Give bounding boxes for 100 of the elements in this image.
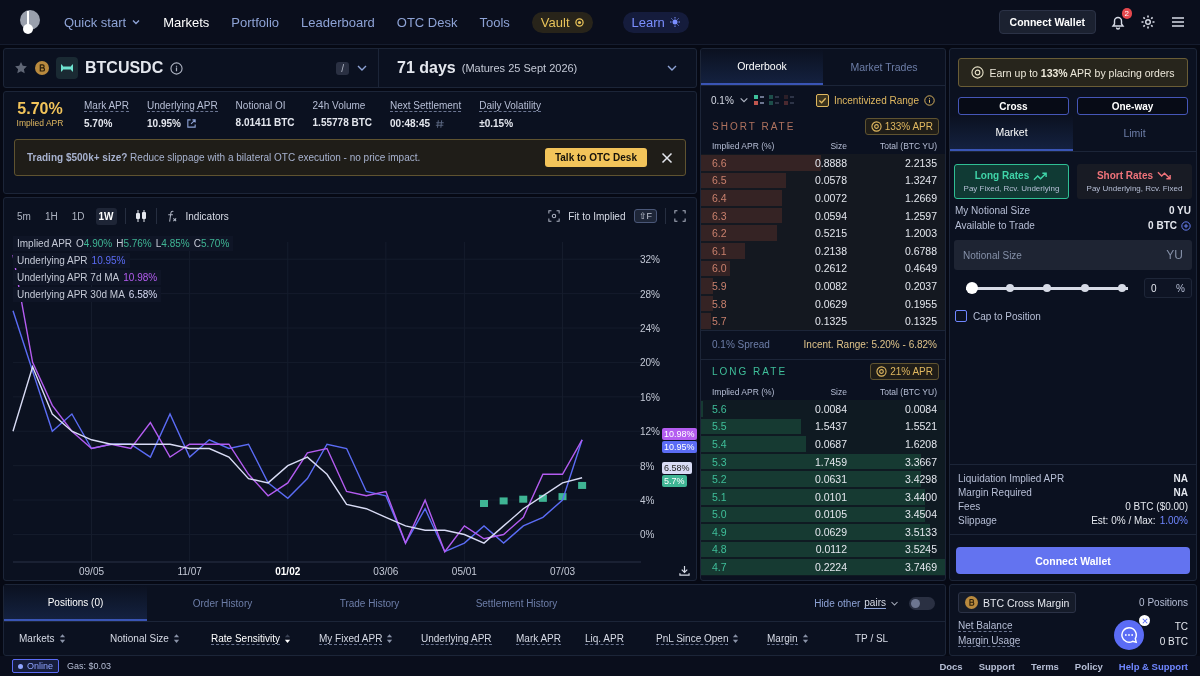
nav-link[interactable]: Quick start xyxy=(64,14,142,30)
sort-icon[interactable] xyxy=(732,633,740,644)
nav-link[interactable]: Portfolio xyxy=(231,14,280,30)
footer-link[interactable]: Help & Support xyxy=(1118,660,1188,672)
column-header[interactable]: Liq. APR xyxy=(585,632,624,645)
rate-cell[interactable]: 5.7 xyxy=(712,315,777,328)
max-slippage[interactable]: 1.00% xyxy=(1159,515,1188,526)
interval-tab[interactable]: 1H xyxy=(41,207,61,225)
rate-cell[interactable]: 5.0 xyxy=(712,508,777,521)
rate-cell[interactable]: 4.8 xyxy=(712,543,777,556)
sort-icon[interactable] xyxy=(172,633,180,644)
column-header[interactable]: Rate Sensitivity xyxy=(211,632,280,645)
rate-cell[interactable]: 6.6 xyxy=(712,156,777,169)
slider-stop[interactable] xyxy=(1005,284,1014,292)
fit-to-implied-button[interactable]: Fit to Implied xyxy=(568,210,626,222)
plus-icon[interactable] xyxy=(1181,220,1191,231)
rate-cell[interactable]: 6.4 xyxy=(712,192,777,204)
bell-icon[interactable] xyxy=(1110,14,1126,30)
nav-link[interactable]: Leaderboard xyxy=(301,14,375,30)
sort-icon[interactable] xyxy=(58,633,66,644)
slider-stop[interactable] xyxy=(1043,284,1051,292)
column-header[interactable]: Notional Size xyxy=(110,633,169,644)
cap-checkbox[interactable] xyxy=(955,310,967,322)
order-type-tab[interactable]: Limit xyxy=(1073,115,1196,151)
otc-desk-button[interactable]: Talk to OTC Desk xyxy=(544,148,647,167)
close-icon[interactable] xyxy=(661,151,673,164)
indicators-button[interactable]: Indicators xyxy=(185,210,229,222)
rate-cell[interactable]: 6.1 xyxy=(712,244,777,257)
menu-icon[interactable] xyxy=(1170,14,1186,30)
slider-stop[interactable] xyxy=(1080,284,1089,292)
rate-cell[interactable]: 6.2 xyxy=(712,227,777,240)
sort-icon[interactable] xyxy=(801,633,809,644)
mode-button[interactable]: Cross xyxy=(958,97,1069,115)
footer-link[interactable]: Docs xyxy=(939,660,963,672)
focus-icon[interactable] xyxy=(548,210,561,222)
rate-cell[interactable]: 5.3 xyxy=(712,455,777,468)
nav-link[interactable]: Tools xyxy=(479,14,510,30)
star-icon[interactable] xyxy=(14,61,28,75)
positions-tab[interactable]: Positions (0) xyxy=(4,585,147,621)
column-header[interactable]: Mark APR xyxy=(516,632,561,645)
caret-icon[interactable] xyxy=(738,95,749,105)
orderbook-tab[interactable]: Orderbook xyxy=(701,49,823,85)
column-header[interactable]: Underlying APR xyxy=(421,632,492,645)
caret-icon[interactable] xyxy=(131,17,142,27)
connect-wallet-button[interactable]: Connect Wallet xyxy=(956,547,1190,574)
interval-tab[interactable]: 1W xyxy=(95,207,117,225)
margin-chip[interactable]: BTC Cross Margin xyxy=(958,592,1077,613)
connect-wallet-button[interactable]: Connect Wallet xyxy=(998,10,1096,34)
positions-tab[interactable]: Settlement History xyxy=(445,585,588,621)
info-icon[interactable] xyxy=(170,61,184,75)
fullscreen-icon[interactable] xyxy=(674,210,686,222)
rate-cell[interactable]: 5.9 xyxy=(712,279,777,292)
sort-icon[interactable] xyxy=(283,633,291,644)
interval-tab[interactable]: 1D xyxy=(68,207,88,225)
info-icon[interactable] xyxy=(924,94,935,106)
pairs-dropdown[interactable]: pairs xyxy=(864,597,886,609)
rate-cell[interactable]: 4.7 xyxy=(712,561,777,574)
footer-link[interactable]: Support xyxy=(978,660,1016,672)
chat-button[interactable] xyxy=(1114,620,1144,650)
rate-cell[interactable]: 6.0 xyxy=(712,262,777,275)
learn-link[interactable]: Learn xyxy=(622,11,689,33)
footer-link[interactable]: Terms xyxy=(1031,660,1059,672)
rate-cell[interactable]: 5.6 xyxy=(712,402,777,415)
slider-stop[interactable] xyxy=(1118,284,1126,292)
column-header[interactable]: TP / SL xyxy=(855,633,889,644)
rate-cell[interactable]: 5.2 xyxy=(712,473,777,486)
mode-button[interactable]: One-way xyxy=(1077,97,1188,115)
rate-cell[interactable]: 5.4 xyxy=(712,437,777,450)
close-icon[interactable] xyxy=(1139,615,1150,626)
download-icon[interactable] xyxy=(679,565,690,576)
rate-cell[interactable]: 5.8 xyxy=(712,297,777,310)
order-type-tab[interactable]: Market xyxy=(950,115,1073,151)
footer-link[interactable]: Policy xyxy=(1074,660,1103,672)
column-header[interactable]: My Fixed APR xyxy=(319,632,383,645)
vault-link[interactable]: Vault xyxy=(531,11,593,33)
slider-thumb[interactable] xyxy=(966,282,978,294)
rate-cell[interactable]: 4.9 xyxy=(712,525,777,538)
toggle-switch[interactable] xyxy=(909,596,935,610)
percent-field[interactable]: 0 % xyxy=(1144,278,1192,298)
settings-icon[interactable] xyxy=(1140,14,1156,30)
orderbook-tab[interactable]: Market Trades xyxy=(823,49,945,85)
incentivized-checkbox[interactable] xyxy=(815,93,829,107)
layout-icon[interactable] xyxy=(753,95,764,105)
positions-tab[interactable]: Trade History xyxy=(298,585,441,621)
column-header[interactable]: Markets xyxy=(19,633,55,644)
sort-icon[interactable] xyxy=(386,633,394,644)
side-button[interactable]: Short Rates Pay Underlying, Rcv. Fixed xyxy=(1077,164,1192,199)
interval-tab[interactable]: 5m xyxy=(14,207,34,225)
rate-cell[interactable]: 6.3 xyxy=(712,209,777,222)
column-header[interactable]: PnL Since Open xyxy=(656,632,729,645)
nav-link[interactable]: OTC Desk xyxy=(396,14,458,30)
rate-cell[interactable]: 5.5 xyxy=(712,420,777,433)
external-link-icon[interactable] xyxy=(185,118,197,129)
positions-tab[interactable]: Order History xyxy=(151,585,294,621)
candlestick-icon[interactable] xyxy=(133,209,148,223)
tick-size-select[interactable]: 0.1% xyxy=(711,94,734,106)
rate-cell[interactable]: 6.5 xyxy=(712,174,777,187)
column-header[interactable]: Margin xyxy=(767,632,798,645)
nav-link[interactable]: Markets xyxy=(163,14,210,30)
rate-cell[interactable]: 5.1 xyxy=(712,490,777,503)
